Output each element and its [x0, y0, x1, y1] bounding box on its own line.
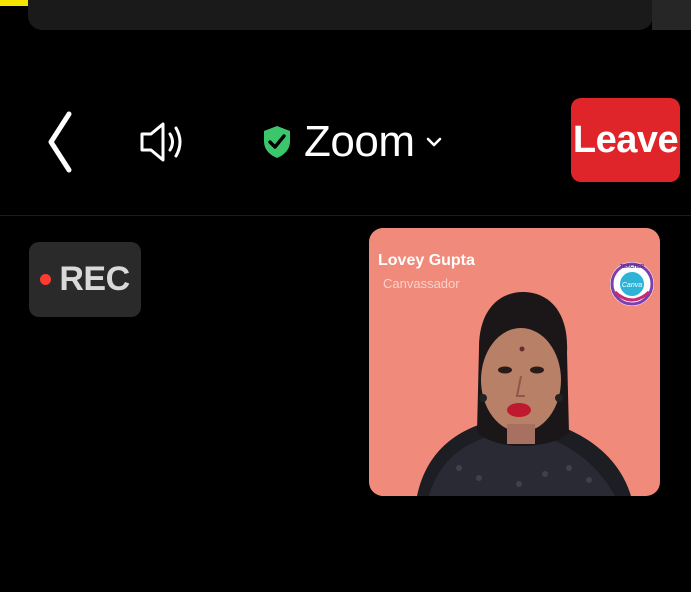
svg-text:TEACHER: TEACHER — [620, 264, 645, 270]
chevron-left-icon — [48, 111, 72, 173]
recording-indicator[interactable]: REC — [29, 242, 141, 317]
back-button[interactable] — [38, 106, 82, 178]
participant-name: Lovey Gupta — [378, 252, 475, 269]
meeting-screen: Zoom Leave REC Lovey Gupta Canvassador C… — [0, 0, 691, 592]
top-bar — [28, 0, 653, 30]
recording-dot-icon — [40, 274, 52, 285]
top-bar-corner — [652, 0, 691, 30]
leave-button[interactable]: Leave — [571, 98, 680, 182]
svg-text:Canva: Canva — [622, 282, 642, 289]
recording-label: REC — [59, 260, 130, 298]
toolbar-divider — [0, 215, 691, 216]
meeting-title-dropdown[interactable]: Zoom — [262, 114, 442, 170]
shield-check-icon — [264, 126, 290, 158]
meeting-toolbar: Zoom Leave — [0, 92, 691, 192]
participant-video-tile[interactable]: Lovey Gupta Canvassador Canva TEACHER — [369, 228, 660, 496]
canva-teacher-badge-logo: Canva TEACHER — [610, 262, 654, 306]
speaker-button[interactable] — [132, 112, 192, 172]
speaker-icon — [140, 122, 182, 162]
chevron-down-icon — [427, 137, 442, 147]
participant-role: Canvassador — [383, 276, 460, 291]
meeting-title: Zoom — [304, 117, 415, 166]
